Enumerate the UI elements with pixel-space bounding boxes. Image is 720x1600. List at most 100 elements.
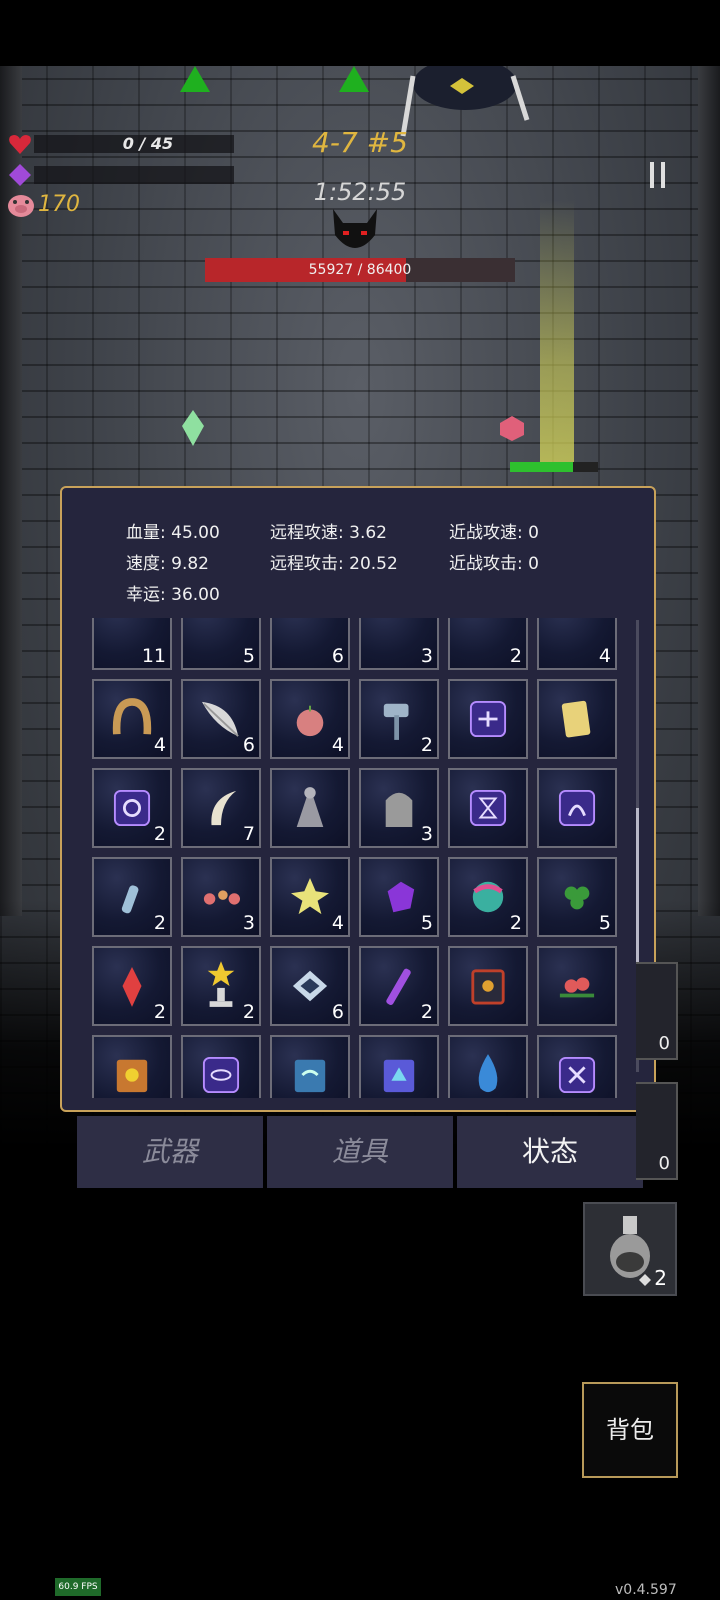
inventory-slot[interactable]: 6 [270, 946, 350, 1026]
inventory-slot[interactable] [537, 946, 617, 1026]
item-count: 6 [331, 645, 344, 667]
item-count: 3 [420, 823, 433, 845]
heart-icon [9, 135, 31, 154]
item-count: 6 [242, 734, 255, 756]
inventory-slot[interactable] [270, 1035, 350, 1098]
inventory-slot[interactable]: 4 [92, 679, 172, 759]
rune-eye-icon [202, 1056, 240, 1094]
item-count: 5 [242, 645, 255, 667]
rune-hourglass-icon [469, 789, 507, 827]
status-panel: 血量: 45.00 速度: 9.82 幸运: 36.00 远程攻速: 3.62 … [60, 486, 656, 1112]
health-text: 0 / 45 [122, 134, 174, 153]
backpack-button[interactable]: 背包 [582, 1382, 678, 1478]
light-beam [540, 200, 574, 470]
rune-curve-icon [558, 789, 596, 827]
demon-enemy-icon [333, 209, 377, 248]
stat-ranged-speed: 远程攻速: 3.62 [270, 523, 387, 543]
stat-speed: 速度: 9.82 [126, 554, 209, 574]
inventory-slot[interactable]: 5 [181, 618, 261, 670]
skull-book-icon [471, 969, 505, 1005]
inventory-slot[interactable] [92, 1035, 172, 1098]
inventory-slot[interactable]: 3 [181, 857, 261, 937]
inventory-slot[interactable]: 4 [270, 857, 350, 937]
fps-counter: 60.9 FPS [55, 1578, 101, 1596]
inventory-slot[interactable]: 2 [448, 618, 528, 670]
stat-luck: 幸运: 36.00 [126, 585, 220, 605]
inventory-slot[interactable] [181, 1035, 261, 1098]
sun-book-icon [116, 1059, 148, 1093]
item-count: 4 [331, 912, 344, 934]
inventory-slot[interactable] [448, 946, 528, 1026]
inventory-slot[interactable]: 4 [537, 618, 617, 670]
inventory-slot[interactable] [448, 1035, 528, 1098]
inventory-slot[interactable]: 6 [270, 618, 350, 670]
inventory-slot[interactable]: 2 [359, 679, 439, 759]
item-count: 2 [242, 1001, 255, 1023]
inventory-slot[interactable] [359, 1035, 439, 1098]
side-slot-count: 0 [658, 1153, 670, 1174]
tab-status[interactable]: 状态 [457, 1116, 643, 1188]
stat-hp: 血量: 45.00 [126, 523, 220, 543]
inventory-slot[interactable] [270, 768, 350, 848]
inventory-slot[interactable] [537, 1035, 617, 1098]
stage-label: 4-7 #5 [312, 126, 408, 159]
wind-book-icon [294, 1059, 326, 1093]
inventory-slot[interactable]: 6 [181, 679, 261, 759]
item-count: 2 [420, 1001, 433, 1023]
item-count: 11 [141, 645, 166, 667]
stat-ranged-attack: 远程攻击: 20.52 [270, 554, 398, 574]
boss-health-text: 55927 / 86400 [308, 262, 412, 278]
item-count: 3 [420, 645, 433, 667]
inventory-slot[interactable]: 2 [92, 768, 172, 848]
inventory-slot[interactable]: 2 [92, 857, 172, 937]
rose-bouquet-icon [559, 977, 595, 998]
inventory-slot[interactable]: 2 [92, 946, 172, 1026]
golden-ticket-icon [561, 700, 591, 738]
inventory-slot[interactable]: 2 [448, 857, 528, 937]
rune-cross-icon [558, 1056, 596, 1094]
pause-button[interactable] [650, 162, 668, 188]
triangle-book-icon [383, 1059, 415, 1093]
inventory-slot[interactable]: 11 [92, 618, 172, 670]
pink-cube-icon [500, 416, 524, 441]
tab-items[interactable]: 道具 [267, 1116, 453, 1188]
item-count: 2 [153, 823, 166, 845]
item-count: 2 [153, 1001, 166, 1023]
inventory-slot[interactable]: 2 [359, 946, 439, 1026]
cloak-icon [296, 787, 324, 827]
run-timer: 1:52:55 [313, 178, 407, 206]
inventory-slot[interactable]: 7 [181, 768, 261, 848]
stat-melee-speed: 近战攻速: 0 [449, 523, 539, 543]
inventory-slot[interactable]: 5 [359, 857, 439, 937]
side-slot[interactable]: 0 [636, 962, 678, 1060]
side-slot-count: 0 [658, 1033, 670, 1054]
item-count: 3 [242, 912, 255, 934]
tab-weapons[interactable]: 武器 [77, 1116, 263, 1188]
inventory-slot[interactable] [448, 768, 528, 848]
side-slot[interactable]: 0 [636, 1082, 678, 1180]
inventory-slot[interactable]: 2 [181, 946, 261, 1026]
potion-count: 2 [654, 1266, 667, 1290]
boss-health-bar: 55927 / 86400 [205, 258, 515, 282]
green-crystal-icon [182, 410, 204, 446]
version-label: v0.4.597 [615, 1582, 677, 1598]
item-count: 2 [509, 912, 522, 934]
inventory-slot[interactable]: 4 [270, 679, 350, 759]
offscreen-indicator-icon [180, 66, 210, 92]
item-count: 6 [331, 1001, 344, 1023]
stat-melee-attack: 近战攻击: 0 [449, 554, 539, 574]
gold-count: 170 [38, 192, 80, 217]
inventory-slot[interactable] [537, 768, 617, 848]
item-grid[interactable]: 11 5 6 3 2 4 4 6 4 2 2 7 3 2 3 4 5 2 5 2 2 6 2 [92, 618, 622, 1098]
inventory-slot[interactable] [448, 679, 528, 759]
item-count: 4 [331, 734, 344, 756]
potion-slot[interactable]: 2 [583, 1202, 677, 1296]
right-wall [698, 66, 720, 916]
inventory-slot[interactable]: 5 [537, 857, 617, 937]
inventory-slot[interactable]: 3 [359, 618, 439, 670]
inventory-slot[interactable]: 3 [359, 768, 439, 848]
item-count: 5 [420, 912, 433, 934]
item-count: 2 [153, 912, 166, 934]
item-count: 2 [420, 734, 433, 756]
inventory-slot[interactable] [537, 679, 617, 759]
